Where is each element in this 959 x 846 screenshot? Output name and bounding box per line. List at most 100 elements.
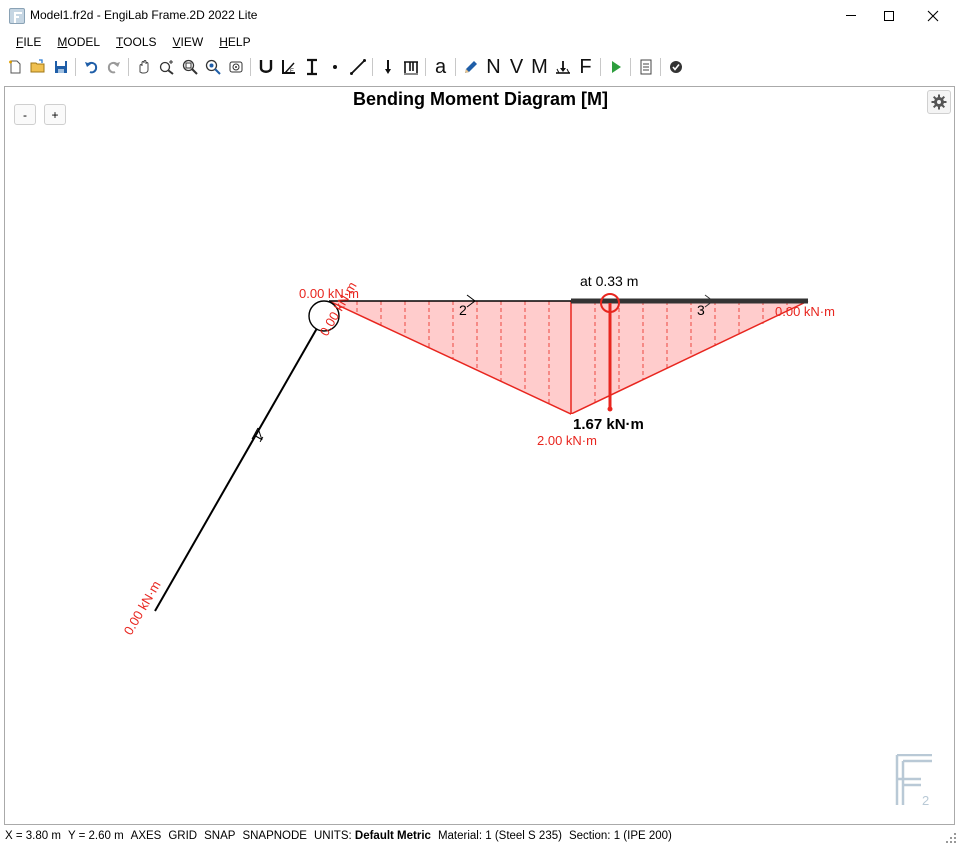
status-y-coordinate: Y = 2.60 m <box>67 829 124 842</box>
axial-force-button[interactable]: N <box>482 55 505 79</box>
member-label-2: 2 <box>459 302 467 318</box>
status-snap-toggle[interactable]: SNAP <box>204 830 235 842</box>
status-section[interactable]: Section: 1 (IPE 200) <box>569 830 672 842</box>
menu-bar: FILE MODEL TOOLS VIEW HELP <box>0 31 959 53</box>
report-button[interactable] <box>634 55 657 79</box>
toolbar-separator <box>660 58 661 76</box>
axial-force-icon: N <box>486 56 501 78</box>
point-load-icon <box>384 60 391 74</box>
save-button[interactable] <box>49 55 72 79</box>
run-analysis-button[interactable] <box>604 55 627 79</box>
bending-moment-button[interactable]: M <box>528 55 551 79</box>
resize-grip-icon[interactable] <box>946 833 956 843</box>
pan-button[interactable] <box>132 55 155 79</box>
moment-label-node-3-end: 0.00 kN·m <box>775 304 835 319</box>
member-1[interactable] <box>154 315 325 612</box>
support-button[interactable] <box>254 55 277 79</box>
deformed-shape-button[interactable]: F <box>574 55 597 79</box>
text-icon: a <box>434 56 447 78</box>
status-bar: X = 3.80 m Y = 2.60 m AXES GRID SNAP SNA… <box>0 825 959 846</box>
reactions-icon <box>555 61 570 74</box>
toolbar-separator <box>372 58 373 76</box>
toolbar-separator <box>455 58 456 76</box>
open-file-button[interactable] <box>26 55 49 79</box>
node-icon <box>332 65 337 69</box>
reactions-button[interactable] <box>551 55 574 79</box>
text-button[interactable]: a <box>429 55 452 79</box>
deformed-shape-icon: F <box>579 56 592 78</box>
status-x-coordinate: X = 3.80 m <box>5 829 61 842</box>
close-button[interactable] <box>910 0 956 31</box>
selected-moment-value: 1.67 kN·m <box>573 416 644 433</box>
menu-view[interactable]: VIEW <box>165 32 212 52</box>
menu-tools-label: OOLS <box>123 35 157 49</box>
drawing-canvas[interactable]: 1 2 3 0.00 kN·m 0.00 kN·m 0.00 kN·m 0.00… <box>4 86 955 825</box>
menu-help[interactable]: HELP <box>211 32 258 52</box>
zoom-previous-icon <box>229 61 242 73</box>
status-units[interactable]: UNITS: Default Metric <box>314 830 431 842</box>
status-material[interactable]: Material: 1 (Steel S 235) <box>438 830 562 842</box>
frame2d-logo: 2 <box>895 754 932 806</box>
redo-button[interactable] <box>102 55 125 79</box>
toolbar-separator <box>75 58 76 76</box>
profile-icon <box>306 58 317 76</box>
app-icon <box>9 8 25 24</box>
undo-button[interactable] <box>79 55 102 79</box>
zoom-window-button[interactable] <box>201 55 224 79</box>
menu-file[interactable]: FILE <box>8 32 49 52</box>
menu-tools[interactable]: TOOLS <box>108 32 164 52</box>
pencil-icon <box>464 61 477 73</box>
maximize-icon <box>884 10 894 21</box>
zoom-in-button[interactable]: + <box>44 104 66 125</box>
zoom-previous-button[interactable] <box>224 55 247 79</box>
check-button[interactable] <box>664 55 687 79</box>
selected-location: at 0.33 m <box>580 273 638 289</box>
menu-model[interactable]: MODEL <box>49 32 108 52</box>
menu-model-mnemonic: M <box>57 35 68 49</box>
open-file-icon <box>30 59 44 73</box>
distributed-load-button[interactable] <box>399 55 422 79</box>
diagram-title: Bending Moment Diagram [M] <box>353 89 608 109</box>
pan-icon <box>139 60 148 74</box>
node-button[interactable] <box>323 55 346 79</box>
svg-text:2: 2 <box>922 793 929 806</box>
undo-icon <box>84 61 97 74</box>
element-button[interactable] <box>346 55 369 79</box>
status-units-value: Default Metric <box>354 829 431 842</box>
svg-text:E: E <box>290 69 294 75</box>
zoom-out-button[interactable]: - <box>14 104 36 125</box>
moment-label-peak: 2.00 kN·m <box>537 433 597 448</box>
new-file-button[interactable] <box>3 55 26 79</box>
bending-moment-icon: M <box>531 56 548 78</box>
menu-view-mnemonic: V <box>172 35 181 49</box>
zoom-in-button[interactable] <box>155 55 178 79</box>
minimize-icon <box>846 15 856 16</box>
pencil-button[interactable] <box>459 55 482 79</box>
profile-button[interactable] <box>300 55 323 79</box>
toolbar-separator <box>425 58 426 76</box>
toolbar: E a N V M F <box>0 54 959 80</box>
selected-ordinate-dot <box>607 406 613 412</box>
report-icon <box>640 59 651 75</box>
toolbar-separator <box>600 58 601 76</box>
member-label-3: 3 <box>697 302 705 318</box>
point-load-button[interactable] <box>376 55 399 79</box>
redo-icon <box>107 61 120 74</box>
status-axes-toggle[interactable]: AXES <box>131 830 162 842</box>
zoom-extents-button[interactable] <box>178 55 201 79</box>
bending-moment-diagram: 1 2 3 0.00 kN·m 0.00 kN·m 0.00 kN·m 0.00… <box>121 273 835 638</box>
maximize-button[interactable] <box>866 0 912 31</box>
support-icon <box>259 60 272 73</box>
toolbar-separator <box>250 58 251 76</box>
check-icon <box>669 61 682 73</box>
zoom-extents-icon <box>182 59 198 75</box>
menu-view-label: IEW <box>180 35 204 49</box>
element-icon <box>349 59 366 75</box>
shear-force-button[interactable]: V <box>505 55 528 79</box>
status-grid-toggle[interactable]: GRID <box>168 830 197 842</box>
title-bar: Model1.fr2d - EngiLab Frame.2D 2022 Lite <box>0 0 959 31</box>
toolbar-separator <box>630 58 631 76</box>
settings-button[interactable] <box>927 90 951 114</box>
section-button[interactable]: E <box>277 55 300 79</box>
status-snapnode-toggle[interactable]: SNAPNODE <box>242 830 307 842</box>
